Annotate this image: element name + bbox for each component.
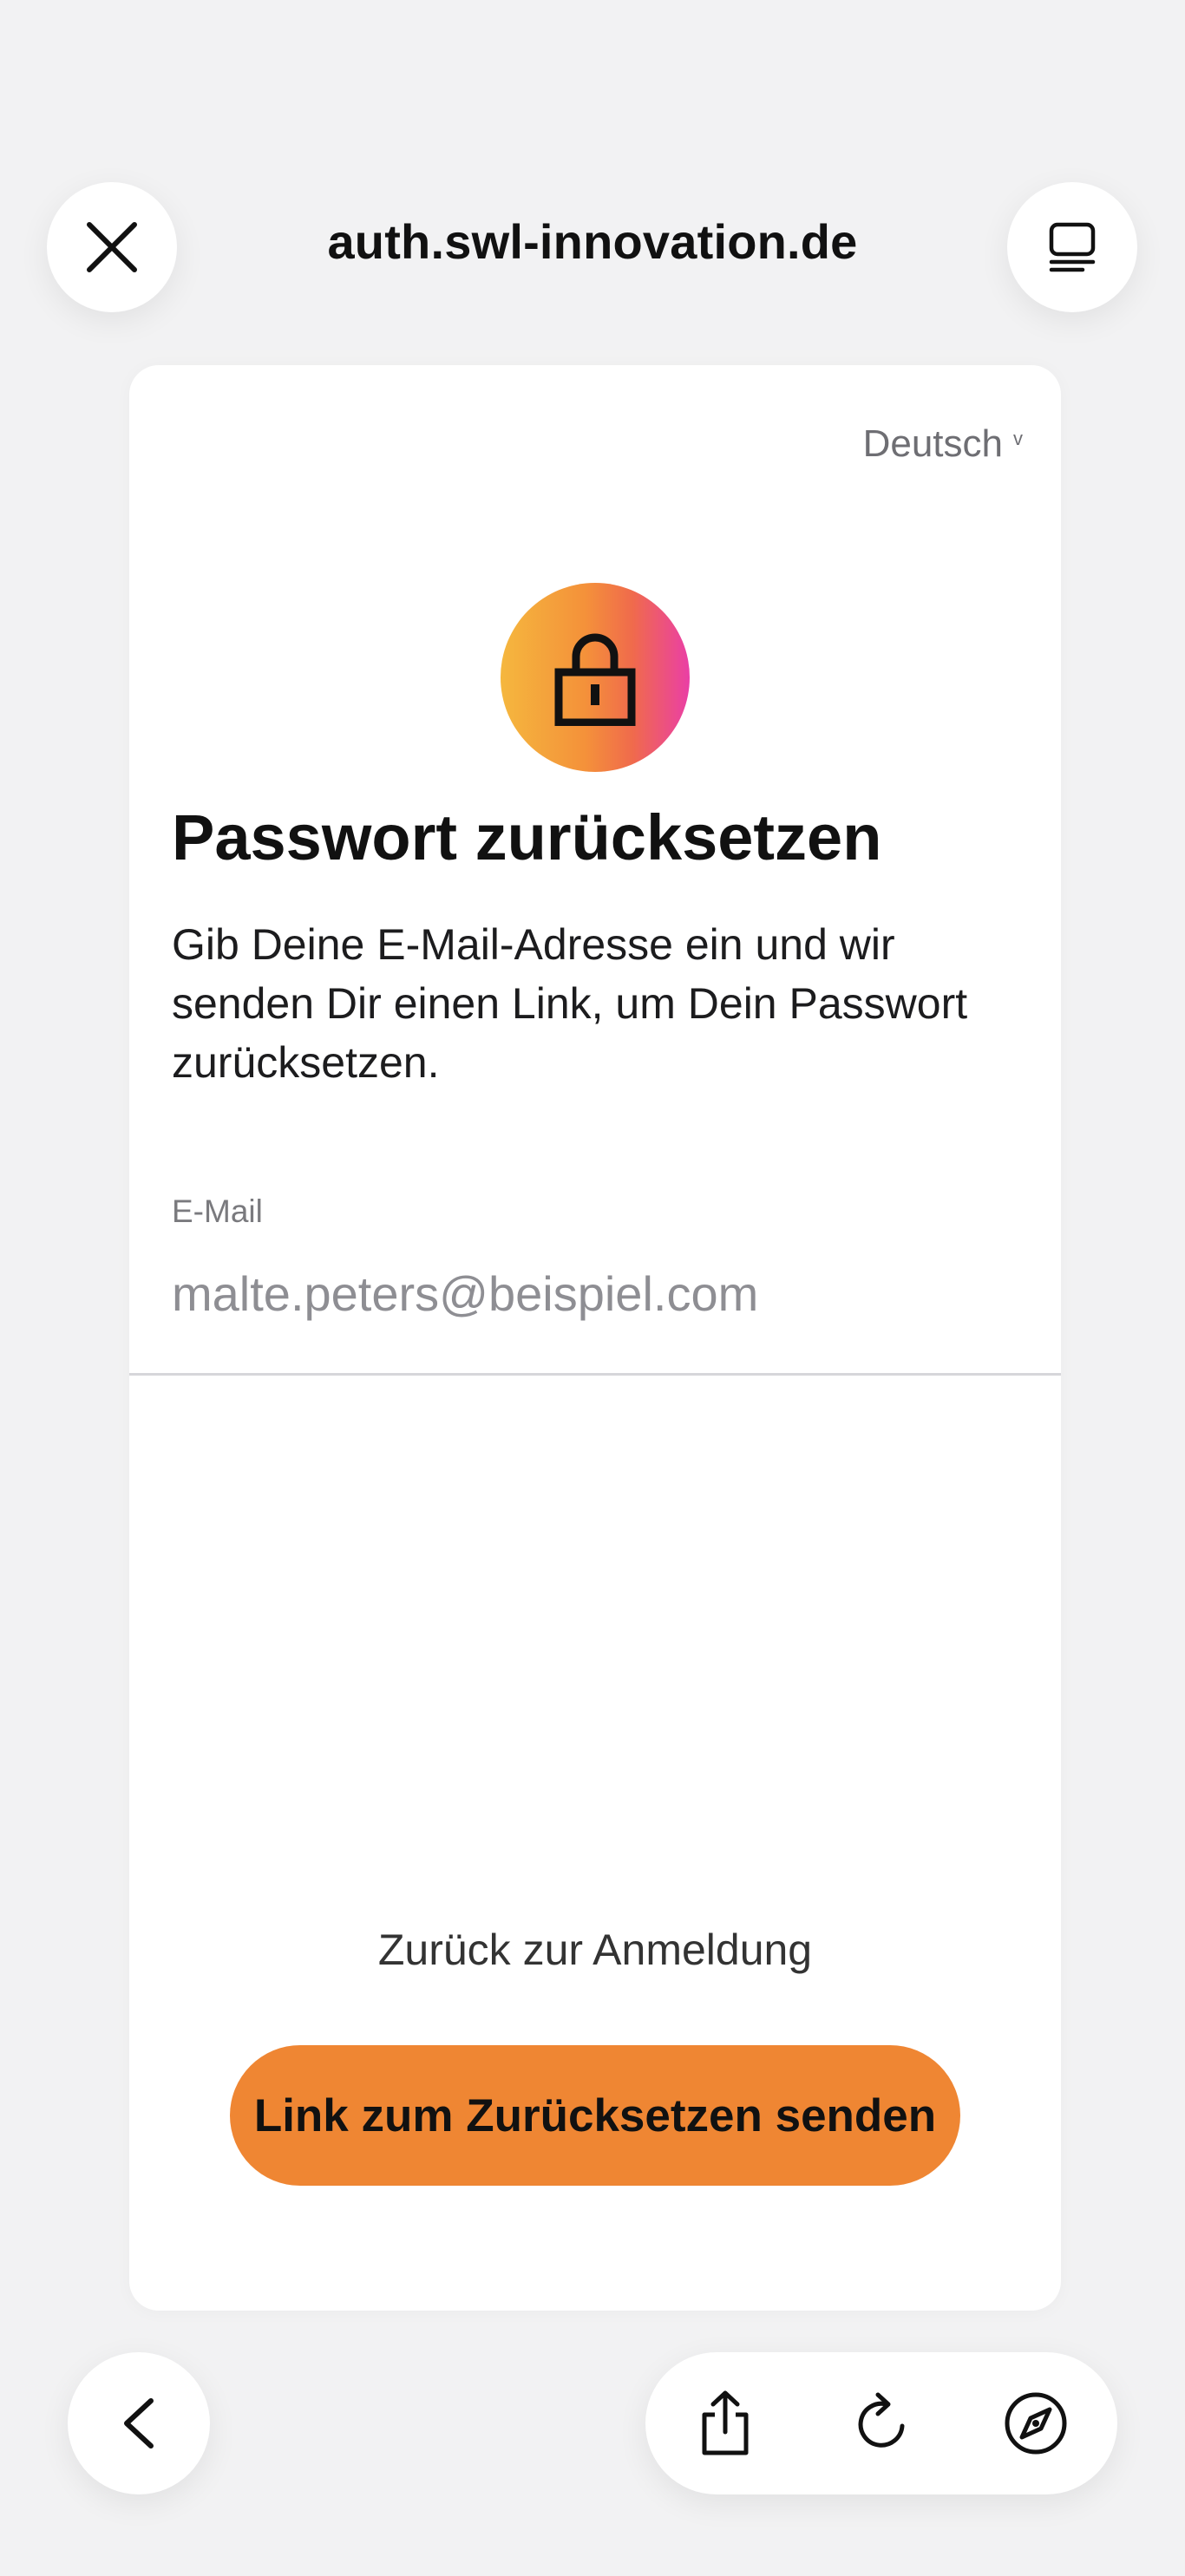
close-icon bbox=[87, 222, 137, 272]
reload-icon bbox=[858, 2392, 905, 2448]
lock-icon bbox=[554, 633, 636, 726]
back-to-login-link[interactable]: Zurück zur Anmeldung bbox=[129, 1925, 1061, 1975]
close-button[interactable] bbox=[47, 182, 177, 312]
compass-button[interactable] bbox=[991, 2378, 1081, 2468]
tab-overview-icon bbox=[1049, 222, 1096, 272]
language-selector[interactable]: Deutsch v bbox=[863, 422, 1023, 466]
compass-icon bbox=[1005, 2392, 1067, 2455]
share-button[interactable] bbox=[680, 2378, 770, 2468]
reload-button[interactable] bbox=[837, 2378, 927, 2468]
back-button[interactable] bbox=[68, 2352, 210, 2494]
instruction-text: Gib Deine E-Mail-Adresse ein und wir sen… bbox=[172, 920, 968, 1087]
chevron-down-icon: v bbox=[1013, 428, 1023, 449]
tab-overview-button[interactable] bbox=[1007, 182, 1137, 312]
language-label: Deutsch bbox=[862, 422, 1003, 465]
chevron-left-icon bbox=[124, 2398, 154, 2449]
reset-password-card: Deutsch v Passwort zurücksetzen Gib Dein… bbox=[129, 365, 1061, 2311]
send-reset-link-button[interactable]: Link zum Zurücksetzen senden bbox=[230, 2045, 960, 2186]
lock-badge bbox=[501, 583, 690, 772]
share-icon bbox=[702, 2390, 749, 2455]
email-label: E-Mail bbox=[172, 1193, 263, 1229]
browser-toolbar bbox=[645, 2352, 1117, 2494]
browser-top-bar: auth.swl-innovation.de bbox=[0, 0, 1185, 347]
email-field-underline bbox=[129, 1373, 1061, 1376]
page-url[interactable]: auth.swl-innovation.de bbox=[208, 213, 977, 270]
page-title: Passwort zurücksetzen bbox=[172, 801, 882, 873]
email-input[interactable] bbox=[172, 1259, 1022, 1328]
